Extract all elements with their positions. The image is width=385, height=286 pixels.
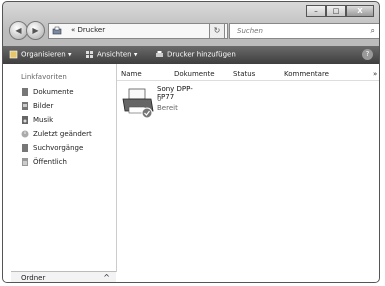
searches-icon [22, 144, 28, 152]
printer-item[interactable]: Sony DPP-FP77 0 Bereit [121, 85, 201, 125]
column-status[interactable]: Status [233, 70, 255, 78]
more-columns-button[interactable]: » [373, 70, 377, 78]
maximize-button[interactable]: □ [326, 5, 346, 17]
sidebar-item-public[interactable]: Öffentlich [21, 158, 67, 170]
forward-arrow-icon: ▶ [32, 26, 39, 35]
column-documents[interactable]: Dokumente [174, 70, 215, 78]
add-printer-icon [156, 51, 163, 57]
column-headers: Name Dokumente Status Kommentare » [117, 68, 379, 81]
minimize-button[interactable]: – [306, 5, 326, 17]
search-box[interactable]: ⌕ [229, 23, 379, 39]
documents-icon [22, 88, 28, 96]
breadcrumb[interactable]: « Drucker [71, 26, 105, 34]
add-printer-button[interactable]: Drucker hinzufügen [155, 50, 236, 59]
sidebar-item-recent[interactable]: Zuletzt geändert [21, 130, 92, 142]
back-arrow-icon: ◀ [15, 26, 22, 35]
refresh-button[interactable]: ↻ [209, 23, 225, 39]
explorer-window: – □ X ◀ ▶ « Drucker ▾ ↻ ⌕ Organisieren ▾… [2, 1, 380, 283]
music-icon [22, 116, 28, 124]
address-bar[interactable]: « Drucker ▾ [48, 23, 228, 39]
printer-icon [122, 88, 154, 119]
organize-icon [9, 50, 18, 59]
close-button[interactable]: X [346, 5, 374, 17]
views-button[interactable]: Ansichten ▾ [85, 50, 137, 59]
refresh-icon: ↻ [213, 26, 221, 35]
search-input[interactable] [235, 26, 359, 36]
printer-name: Sony DPP-FP77 [157, 85, 193, 101]
organize-button[interactable]: Organisieren ▾ [9, 50, 72, 59]
printer-jobs: 0 [157, 95, 162, 103]
chevron-up-icon: ^ [103, 273, 110, 282]
column-comment[interactable]: Kommentare [284, 70, 329, 78]
sidebar-item-pictures[interactable]: Bilder [21, 102, 53, 114]
column-name[interactable]: Name [121, 70, 142, 78]
navigation-bar: ◀ ▶ « Drucker ▾ ↻ ⌕ [3, 19, 379, 41]
content-area: Linkfavoriten Dokumente Bilder Musik Zul… [3, 64, 379, 282]
navigation-pane: Linkfavoriten Dokumente Bilder Musik Zul… [11, 64, 117, 272]
public-icon [22, 158, 28, 166]
command-toolbar: Organisieren ▾ Ansichten ▾ Drucker hinzu… [3, 46, 379, 64]
search-icon[interactable]: ⌕ [371, 26, 375, 36]
views-icon [86, 51, 93, 58]
help-button[interactable]: ? [362, 49, 373, 60]
forward-button[interactable]: ▶ [26, 21, 45, 40]
sidebar-item-searches[interactable]: Suchvorgänge [21, 144, 83, 156]
folders-toggle[interactable]: Ordner ^ [11, 271, 116, 282]
sidebar-item-music[interactable]: Musik [21, 116, 53, 128]
sidebar-item-documents[interactable]: Dokumente [21, 88, 74, 100]
printer-folder-icon [52, 26, 62, 35]
favorites-header: Linkfavoriten [21, 73, 67, 81]
recent-icon [21, 130, 29, 138]
printer-status: Bereit [157, 104, 178, 112]
caption-buttons: – □ X [306, 5, 374, 17]
pictures-icon [22, 102, 28, 110]
